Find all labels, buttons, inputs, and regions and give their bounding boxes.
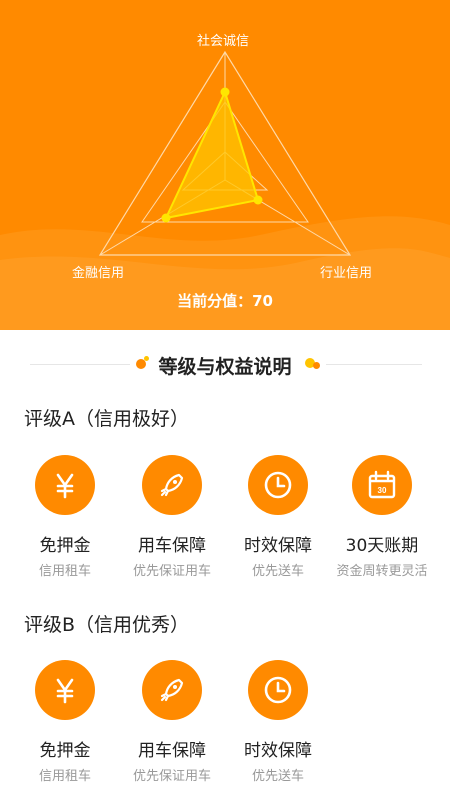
clock-icon xyxy=(248,455,308,515)
benefit-item[interactable]: 用车保障 优先保证用车 xyxy=(117,660,227,784)
benefit-desc: 优先送车 xyxy=(251,769,304,784)
credit-radar-header: 社会诚信 金融信用 行业信用 当前分值：70 xyxy=(0,0,450,330)
benefit-item[interactable]: 免押金 信用租车 xyxy=(10,455,120,579)
calendar-icon: 30 xyxy=(352,455,412,515)
benefit-name: 30天账期 xyxy=(345,536,419,556)
grade-b-title: 评级B（信用优秀） xyxy=(24,614,190,636)
benefit-item[interactable]: 免押金 信用租车 xyxy=(10,660,120,784)
section-title: 等级与权益说明 xyxy=(158,356,292,378)
radar-chart xyxy=(0,50,450,330)
benefit-desc: 优先保证用车 xyxy=(132,564,211,579)
benefit-item[interactable]: 时效保障 优先送车 xyxy=(223,455,333,579)
clock-icon xyxy=(248,660,308,720)
svg-text:30: 30 xyxy=(378,486,387,495)
benefit-item[interactable]: 用车保障 优先保证用车 xyxy=(117,455,227,579)
benefit-name: 免押金 xyxy=(39,536,91,556)
benefit-desc: 信用租车 xyxy=(38,564,91,579)
grade-a-title: 评级A（信用极好） xyxy=(24,408,189,430)
benefit-item[interactable]: 时效保障 优先送车 xyxy=(223,660,333,784)
radar-point-finance xyxy=(161,213,171,223)
benefit-desc: 资金周转更灵活 xyxy=(336,564,428,579)
benefit-desc: 信用租车 xyxy=(38,769,91,784)
benefit-name: 时效保障 xyxy=(244,741,312,761)
decor-dot-icon xyxy=(313,362,320,369)
radar-value-area xyxy=(164,89,260,220)
yen-icon xyxy=(35,660,95,720)
benefit-item[interactable]: 30 30天账期 资金周转更灵活 xyxy=(327,455,437,579)
benefit-name: 用车保障 xyxy=(138,741,206,761)
divider-right xyxy=(326,364,422,365)
radar-point-industry xyxy=(253,195,263,205)
radar-axis-label-social: 社会诚信 xyxy=(197,34,250,49)
current-score: 当前分值：70 xyxy=(177,292,273,310)
rocket-icon xyxy=(142,455,202,515)
yen-icon xyxy=(35,455,95,515)
benefit-name: 免押金 xyxy=(39,741,91,761)
benefit-name: 用车保障 xyxy=(138,536,206,556)
radar-point-social xyxy=(220,87,230,97)
benefit-name: 时效保障 xyxy=(244,536,312,556)
rocket-icon xyxy=(142,660,202,720)
radar-axis-label-industry: 行业信用 xyxy=(320,266,373,281)
radar-axis-label-finance: 金融信用 xyxy=(72,266,125,281)
section-header: 等级与权益说明 xyxy=(0,350,450,380)
benefit-desc: 优先送车 xyxy=(251,564,304,579)
benefit-desc: 优先保证用车 xyxy=(132,769,211,784)
